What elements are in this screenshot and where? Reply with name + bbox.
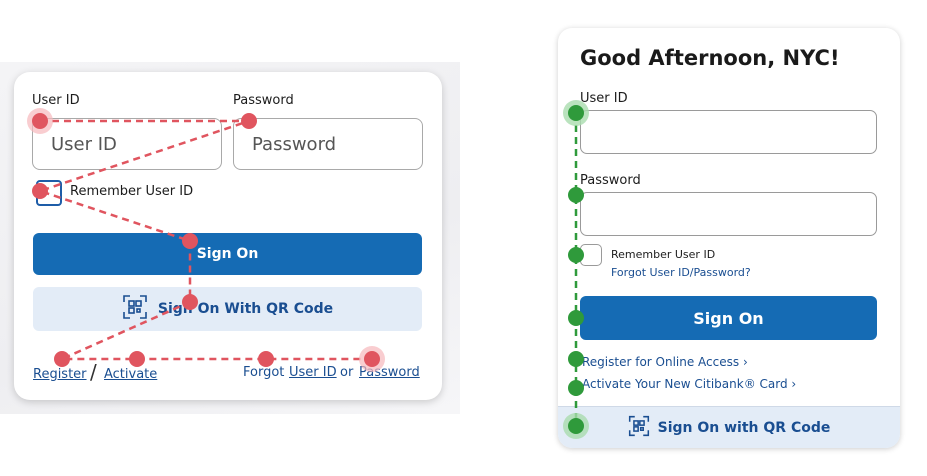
activate-link[interactable]: Activate	[104, 367, 157, 382]
forgot-credentials-link[interactable]: Forgot User ID/Password?	[611, 266, 751, 279]
forgot-password-link[interactable]: Password	[359, 365, 420, 380]
left-login-card: User ID Password User ID Password Rememb…	[14, 72, 442, 400]
qr-sign-on-button[interactable]: Sign On With QR Code	[33, 287, 422, 331]
activate-card-link[interactable]: Activate Your New Citibank® Card ›	[582, 377, 796, 391]
link-separator: /	[90, 360, 97, 384]
remember-checkbox[interactable]	[580, 244, 602, 266]
sign-on-label: Sign On	[196, 246, 259, 262]
qr-code-icon	[122, 294, 148, 324]
user-id-field[interactable]: User ID	[32, 118, 222, 170]
register-online-link[interactable]: Register for Online Access ›	[582, 355, 748, 369]
greeting-title: Good Afternoon, NYC!	[580, 46, 840, 70]
qr-sign-on-label: Sign On With QR Code	[157, 301, 334, 317]
password-field[interactable]	[580, 192, 877, 236]
or-text: or	[340, 365, 354, 380]
sign-on-button[interactable]: Sign On	[33, 233, 422, 275]
remember-checkbox[interactable]	[36, 180, 62, 206]
forgot-user-id-link[interactable]: User ID	[289, 365, 337, 380]
forgot-text: Forgot	[243, 365, 285, 380]
qr-sign-on-label: Sign On with QR Code	[657, 420, 831, 436]
remember-label: Remember User ID	[70, 184, 194, 199]
password-label: Password	[580, 173, 641, 188]
sign-on-button[interactable]: Sign On	[580, 296, 877, 340]
password-placeholder: Password	[252, 133, 337, 155]
user-id-label: User ID	[32, 93, 80, 108]
right-login-card: Good Afternoon, NYC! User ID Password Re…	[558, 28, 900, 448]
password-field[interactable]: Password	[233, 118, 423, 170]
remember-label: Remember User ID	[611, 248, 716, 261]
qr-sign-on-bar[interactable]: Sign On with QR Code	[558, 406, 900, 448]
user-id-field[interactable]	[580, 110, 877, 154]
qr-code-icon	[628, 415, 650, 441]
user-id-label: User ID	[580, 91, 628, 106]
user-id-placeholder: User ID	[51, 133, 117, 155]
sign-on-label: Sign On	[693, 308, 764, 328]
password-label: Password	[233, 93, 294, 108]
register-link[interactable]: Register	[33, 367, 87, 382]
